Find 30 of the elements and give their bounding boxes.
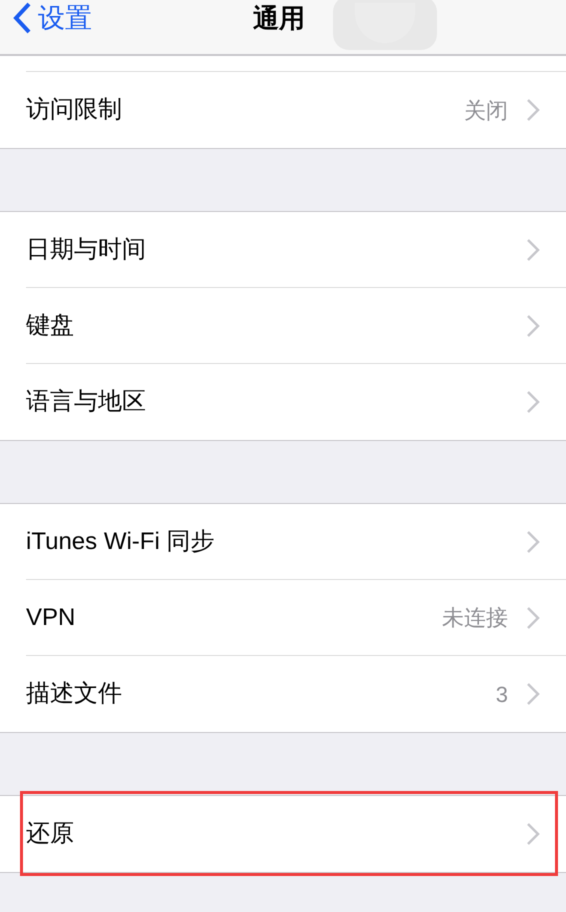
settings-row[interactable]: 还原 (26, 796, 566, 872)
chevron-icon (526, 606, 540, 630)
chevron-icon (526, 682, 540, 706)
chevron-icon (526, 390, 540, 414)
settings-row[interactable]: 描述文件 3 (26, 656, 566, 732)
chevron-icon (526, 238, 540, 262)
settings-row[interactable]: 访问限制 关闭 (26, 72, 566, 148)
chevron-icon (526, 822, 540, 846)
chevron-icon (526, 98, 540, 122)
settings-row[interactable]: 语言与地区 (26, 364, 566, 440)
chevron-icon (526, 530, 540, 554)
row-label: 日期与时间 (26, 234, 147, 264)
row-value: 关闭 (464, 96, 508, 124)
row-label: VPN (26, 602, 76, 632)
back-chevron-icon (12, 2, 32, 34)
row-label: 访问限制 (26, 95, 123, 125)
settings-row[interactable]: 键盘 (26, 288, 566, 364)
row-label: 语言与地区 (26, 387, 147, 417)
chevron-icon (526, 314, 540, 338)
settings-row[interactable]: 日期与时间 (26, 212, 566, 288)
row-label: 还原 (26, 819, 75, 849)
row-label: iTunes Wi-Fi 同步 (26, 526, 216, 556)
settings-row[interactable]: iTunes Wi-Fi 同步 (26, 504, 566, 580)
row-value: 3 (496, 680, 508, 708)
row-value: 未连接 (442, 604, 508, 632)
back-button[interactable]: 设置 (12, 0, 92, 36)
navigation-title: 通用 (253, 3, 305, 33)
row-label: 键盘 (26, 310, 75, 340)
settings-row[interactable]: VPN 未连接 (26, 580, 566, 656)
row-label: 描述文件 (26, 679, 123, 709)
